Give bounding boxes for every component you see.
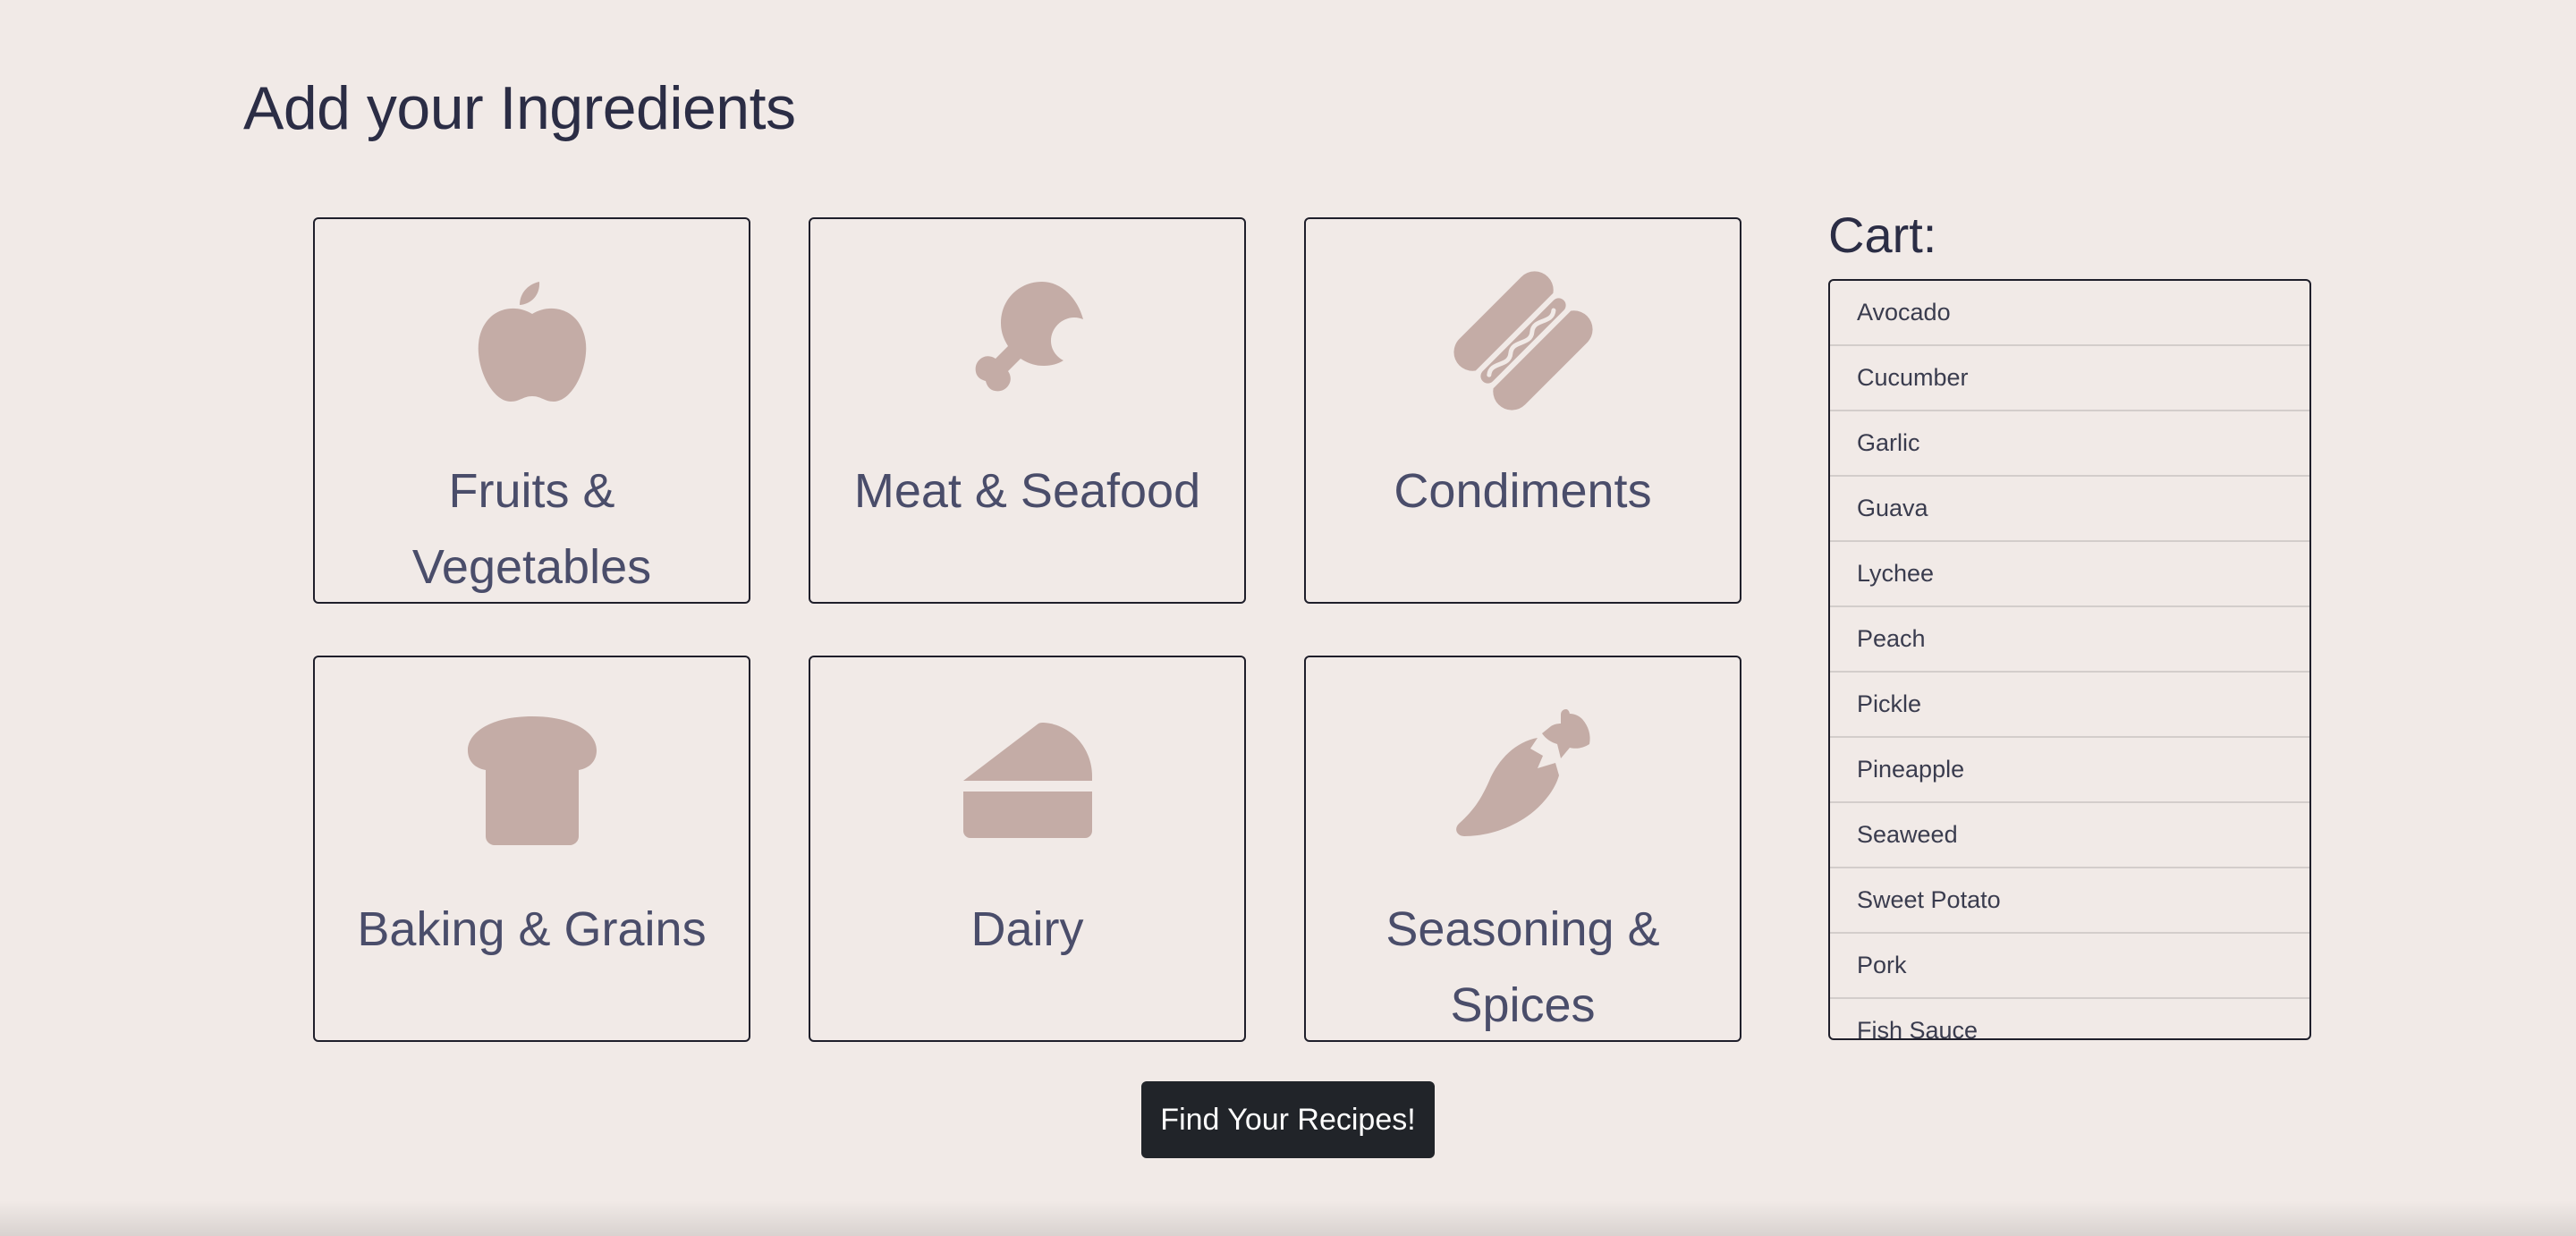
apple-icon xyxy=(461,269,604,412)
cart-item[interactable]: Pineapple xyxy=(1830,738,2309,803)
cart-item[interactable]: Lychee xyxy=(1830,542,2309,607)
page-title: Add your Ingredients xyxy=(243,74,796,142)
bread-icon xyxy=(461,707,604,851)
bottom-edge-shadow xyxy=(0,1200,2576,1236)
cart-item[interactable]: Guava xyxy=(1830,477,2309,542)
pepper-icon xyxy=(1452,707,1595,851)
category-card-baking-grains[interactable]: Baking & Grains xyxy=(313,656,750,1042)
category-label: Seasoning & Spices xyxy=(1385,902,1660,1032)
cart-item[interactable]: Garlic xyxy=(1830,411,2309,477)
cart-item[interactable]: Cucumber xyxy=(1830,346,2309,411)
category-card-fruits-vegetables[interactable]: Fruits & Vegetables xyxy=(313,217,750,604)
cart-item[interactable]: Sweet Potato xyxy=(1830,868,2309,934)
category-label: Fruits & Vegetables xyxy=(411,464,652,594)
cart-item[interactable]: Peach xyxy=(1830,607,2309,673)
cart-item[interactable]: Fish Sauce xyxy=(1830,999,2309,1038)
category-label: Meat & Seafood xyxy=(853,464,1201,518)
cart-item[interactable]: Seaweed xyxy=(1830,803,2309,868)
cart-item[interactable]: Avocado xyxy=(1830,281,2309,346)
category-card-dairy[interactable]: Dairy xyxy=(809,656,1246,1042)
category-card-meat-seafood[interactable]: Meat & Seafood xyxy=(809,217,1246,604)
page: Add your Ingredients Fruits & Vegetables… xyxy=(0,0,2576,1236)
cart-title: Cart: xyxy=(1828,207,1937,263)
cart-list[interactable]: Avocado Cucumber Garlic Guava Lychee Pea… xyxy=(1828,279,2311,1040)
cart-item[interactable]: Pickle xyxy=(1830,673,2309,738)
hotdog-icon xyxy=(1452,269,1595,412)
category-card-seasoning-spices[interactable]: Seasoning & Spices xyxy=(1304,656,1741,1042)
drumstick-icon xyxy=(956,269,1099,412)
category-card-condiments[interactable]: Condiments xyxy=(1304,217,1741,604)
cheese-icon xyxy=(956,707,1099,851)
cart-item[interactable]: Pork xyxy=(1830,934,2309,999)
category-label: Baking & Grains xyxy=(357,902,707,956)
category-label: Condiments xyxy=(1394,464,1652,518)
category-label: Dairy xyxy=(970,902,1084,956)
find-recipes-button[interactable]: Find Your Recipes! xyxy=(1141,1081,1435,1158)
